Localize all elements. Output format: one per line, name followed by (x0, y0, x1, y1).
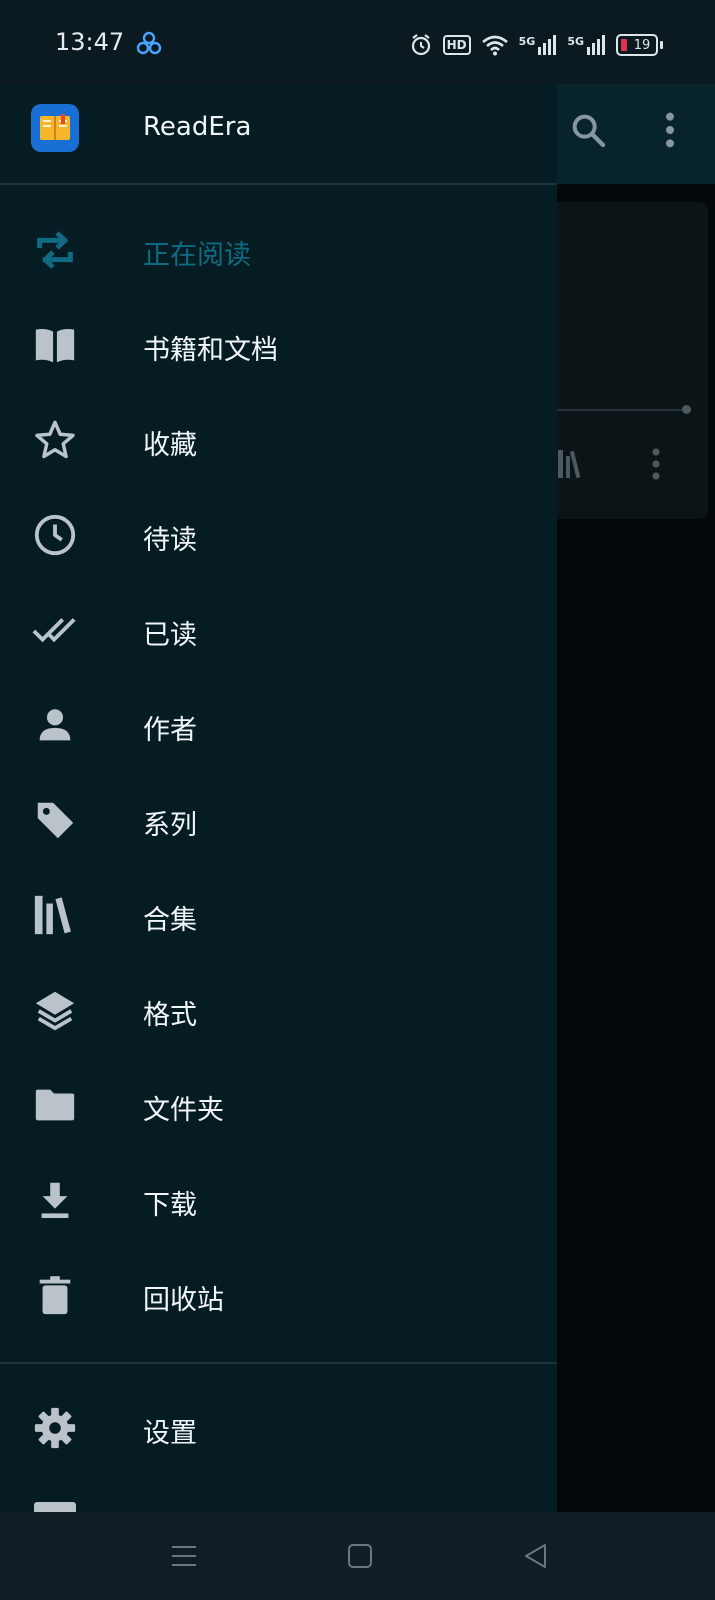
menu-label: 设置 (143, 1418, 197, 1449)
double-check-icon (32, 618, 76, 643)
menu-label: 待读 (143, 525, 197, 556)
navigation-drawer: ReadEra 正在阅读 书籍和文档 收藏 待读 已读 作者 系列 合集 格式 … (0, 0, 557, 1514)
tag-icon (37, 802, 74, 839)
folder-icon (35, 1089, 75, 1121)
menu-item-books-docs[interactable]: 书籍和文档 (0, 298, 557, 393)
signal-bars-icon (587, 35, 605, 55)
hd-badge: HD (442, 35, 471, 55)
card-more-icon (652, 448, 660, 480)
home-square-icon[interactable] (342, 1538, 378, 1574)
status-time: 13:47 (55, 28, 125, 56)
status-bar: 13:47 HD 5G 5G 19 (0, 0, 715, 84)
background-progress-dot (682, 405, 691, 414)
menu-item-trash[interactable]: 回收站 (0, 1248, 557, 1343)
menu-label: 文件夹 (143, 1095, 224, 1126)
footer-divider (0, 1362, 557, 1364)
status-icons: HD 5G 5G 19 (409, 30, 663, 60)
menu-label: 系列 (143, 810, 197, 841)
bookshelf-icon (558, 450, 581, 479)
menu-item-now-reading[interactable]: 正在阅读 (0, 203, 557, 298)
menu-label: 合集 (143, 905, 197, 936)
battery-icon: 19 (616, 34, 658, 56)
menu-item-have-read[interactable]: 已读 (0, 583, 557, 678)
drawer-header (0, 74, 557, 184)
book-logo-icon (40, 114, 70, 140)
search-icon (572, 114, 606, 148)
more-vertical-icon (666, 112, 674, 148)
menu-item-collections[interactable]: 合集 (0, 868, 557, 963)
repeat-icon (37, 231, 73, 269)
menu-label: 正在阅读 (143, 240, 251, 271)
menu-label: 书籍和文档 (143, 335, 278, 366)
menu-item-folders[interactable]: 文件夹 (0, 1058, 557, 1153)
menu-item-settings[interactable]: 设置 (0, 1381, 557, 1476)
menu-label: 作者 (143, 715, 197, 746)
star-outline-icon (35, 420, 75, 459)
menu-label: 回收站 (143, 1285, 224, 1316)
system-navigation-bar (0, 1512, 715, 1600)
menu-label: 格式 (143, 1000, 197, 1031)
bookshelf-icon (34, 895, 71, 935)
back-triangle-icon[interactable] (518, 1538, 554, 1574)
book-open-icon (35, 329, 75, 363)
app-title: ReadEra (143, 112, 252, 142)
menu-item-to-read[interactable]: 待读 (0, 488, 557, 583)
alarm-icon (411, 34, 430, 56)
signal-bars-icon (538, 35, 557, 55)
signal-5g-1: 5G (519, 35, 558, 55)
battery-indicator: 19 (616, 34, 663, 56)
menu-label: 下载 (143, 1190, 197, 1221)
menu-item-favorites[interactable]: 收藏 (0, 393, 557, 488)
notification-app-icon (136, 31, 162, 55)
wifi-icon (481, 35, 508, 56)
trash-icon (39, 1276, 71, 1315)
header-divider (0, 183, 557, 185)
battery-level: 19 (633, 37, 651, 53)
menu-label: 收藏 (143, 430, 197, 461)
menu-item-authors[interactable]: 作者 (0, 678, 557, 773)
menu-item-downloads[interactable]: 下载 (0, 1153, 557, 1248)
menu-item-formats[interactable]: 格式 (0, 963, 557, 1058)
background-progress-line (555, 409, 685, 411)
menu-item-series[interactable]: 系列 (0, 773, 557, 868)
download-icon (41, 1182, 69, 1219)
clock-icon (34, 514, 76, 556)
layers-icon (35, 991, 75, 1031)
app-logo (31, 104, 79, 152)
gear-icon (34, 1407, 76, 1449)
menu-label: 已读 (143, 620, 197, 651)
person-icon (39, 709, 71, 741)
menu-icon[interactable] (166, 1538, 202, 1574)
signal-5g-2: 5G (567, 35, 606, 55)
